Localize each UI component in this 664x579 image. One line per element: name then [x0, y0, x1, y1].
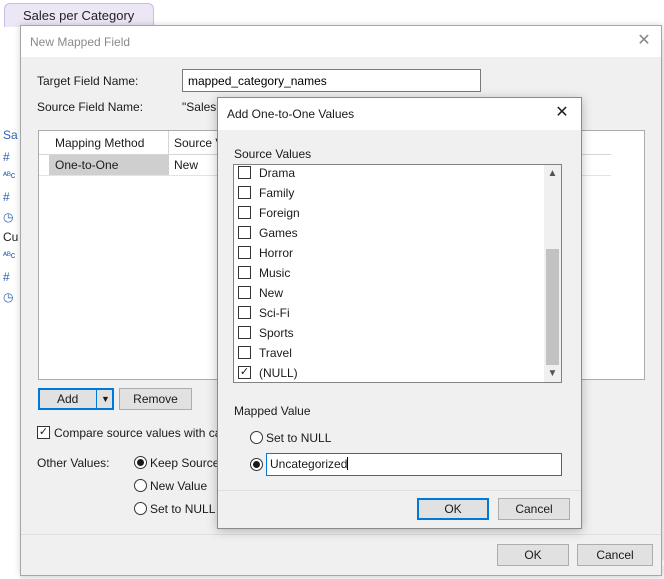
item-checkbox[interactable]	[238, 206, 251, 219]
source-field-label: Source Field Name:	[37, 100, 144, 114]
remove-button[interactable]: Remove	[119, 388, 192, 410]
dialog-titlebar: New Mapped Field ✕	[21, 26, 661, 57]
item-label: Drama	[259, 166, 296, 180]
add-one-to-one-dialog: Add One-to-One Values ✕ Source Values Dr…	[217, 97, 582, 529]
close-icon[interactable]: ✕	[633, 31, 655, 53]
dialog-titlebar: Add One-to-One Values ✕	[218, 98, 581, 130]
column-source-values[interactable]: Source V	[174, 136, 223, 150]
add-button-label[interactable]: Add	[57, 392, 78, 406]
item-checkbox[interactable]	[238, 326, 251, 339]
compare-label: Compare source values with ca	[54, 426, 222, 440]
dialog-title: Add One-to-One Values	[227, 107, 355, 121]
keep-source-radio[interactable]	[134, 456, 147, 469]
new-value-radio[interactable]	[134, 479, 147, 492]
item-label: Sci-Fi	[259, 306, 290, 320]
mapped-value-text: Uncategorized	[270, 457, 348, 471]
report-tab-label: Sales per Category	[23, 8, 135, 23]
scroll-down-icon[interactable]: ▼	[544, 365, 561, 382]
item-label: Travel	[259, 346, 292, 360]
item-checkbox[interactable]: ✓	[238, 366, 251, 379]
keep-source-label: Keep Source	[150, 456, 220, 470]
clock-icon: ◷	[3, 210, 14, 224]
set-null-label: Set to NULL	[150, 502, 216, 516]
set-to-null-radio[interactable]	[250, 431, 263, 444]
list-item[interactable]: ✓ (NULL)	[234, 363, 544, 382]
row-source-values[interactable]: New	[174, 158, 198, 172]
target-field-label: Target Field Name:	[37, 74, 139, 88]
cancel-button[interactable]: Cancel	[577, 544, 653, 566]
number-icon: #	[3, 150, 10, 164]
item-label: Foreign	[259, 206, 300, 220]
mapped-value-radio[interactable]	[250, 458, 263, 471]
ok-button[interactable]: OK	[497, 544, 569, 566]
number-icon: #	[3, 190, 10, 204]
item-label: Family	[259, 186, 295, 200]
row-mapping-method[interactable]: One-to-One	[49, 155, 169, 175]
checkmark-icon: ✓	[38, 426, 49, 438]
ok-button[interactable]: OK	[417, 498, 489, 520]
item-label: New	[259, 286, 284, 300]
scrollbar-thumb[interactable]	[546, 249, 559, 365]
cancel-button[interactable]: Cancel	[498, 498, 570, 520]
add-split-button[interactable]: Add ▼	[38, 388, 114, 410]
item-checkbox[interactable]	[238, 286, 251, 299]
new-value-label: New Value	[150, 479, 208, 493]
column-mapping-method[interactable]: Mapping Method	[55, 136, 144, 150]
source-values-list[interactable]: Drama Family Foreign Games Horror Music …	[233, 164, 562, 383]
item-label: Horror	[259, 246, 294, 260]
list-item[interactable]: Sports	[234, 323, 544, 343]
field-glyph: Cu	[3, 230, 19, 244]
item-checkbox[interactable]	[238, 166, 251, 179]
list-item[interactable]: Games	[234, 223, 544, 243]
text-type-icon: ᴬᴮc	[3, 170, 16, 180]
item-label: Music	[259, 266, 291, 280]
chevron-down-icon[interactable]: ▼	[96, 390, 114, 408]
dialog-title: New Mapped Field	[30, 35, 131, 49]
other-values-label: Other Values:	[37, 456, 110, 470]
set-to-null-label: Set to NULL	[266, 431, 332, 445]
list-item[interactable]: Foreign	[234, 203, 544, 223]
item-checkbox[interactable]	[238, 226, 251, 239]
footer-divider	[21, 534, 661, 535]
field-glyph: Sa	[3, 128, 18, 142]
field-list-strip: Sa # ᴬᴮc # ◷ Cu ᴬᴮc # ◷	[0, 120, 22, 310]
list-item[interactable]: Travel	[234, 343, 544, 363]
footer-divider	[218, 490, 581, 491]
close-icon[interactable]: ✕	[551, 103, 573, 125]
list-item[interactable]: Family	[234, 183, 544, 203]
item-checkbox[interactable]	[238, 186, 251, 199]
scroll-up-icon[interactable]: ▲	[544, 165, 561, 182]
column-divider	[168, 131, 169, 155]
source-values-label: Source Values	[234, 147, 312, 161]
list-item[interactable]: New	[234, 283, 544, 303]
mapped-value-input[interactable]: Uncategorized	[266, 453, 562, 476]
item-label: Sports	[259, 326, 294, 340]
item-checkbox[interactable]	[238, 306, 251, 319]
set-null-radio[interactable]	[134, 502, 147, 515]
checkmark-icon: ✓	[239, 366, 250, 378]
item-checkbox[interactable]	[238, 346, 251, 359]
target-field-input[interactable]	[182, 69, 481, 92]
clock-icon: ◷	[3, 290, 14, 304]
list-item[interactable]: Horror	[234, 243, 544, 263]
mapped-value-label: Mapped Value	[234, 404, 311, 418]
item-label: Games	[259, 226, 298, 240]
compare-checkbox[interactable]: ✓	[37, 426, 50, 439]
text-type-icon: ᴬᴮc	[3, 250, 16, 260]
item-label: (NULL)	[259, 366, 298, 380]
item-checkbox[interactable]	[238, 266, 251, 279]
text-caret	[347, 457, 349, 470]
number-icon: #	[3, 270, 10, 284]
list-scrollbar[interactable]: ▲ ▼	[544, 165, 561, 382]
report-tab[interactable]: Sales per Category	[4, 3, 154, 27]
list-item[interactable]: Drama	[234, 165, 544, 183]
list-item[interactable]: Music	[234, 263, 544, 283]
item-checkbox[interactable]	[238, 246, 251, 259]
list-item[interactable]: Sci-Fi	[234, 303, 544, 323]
